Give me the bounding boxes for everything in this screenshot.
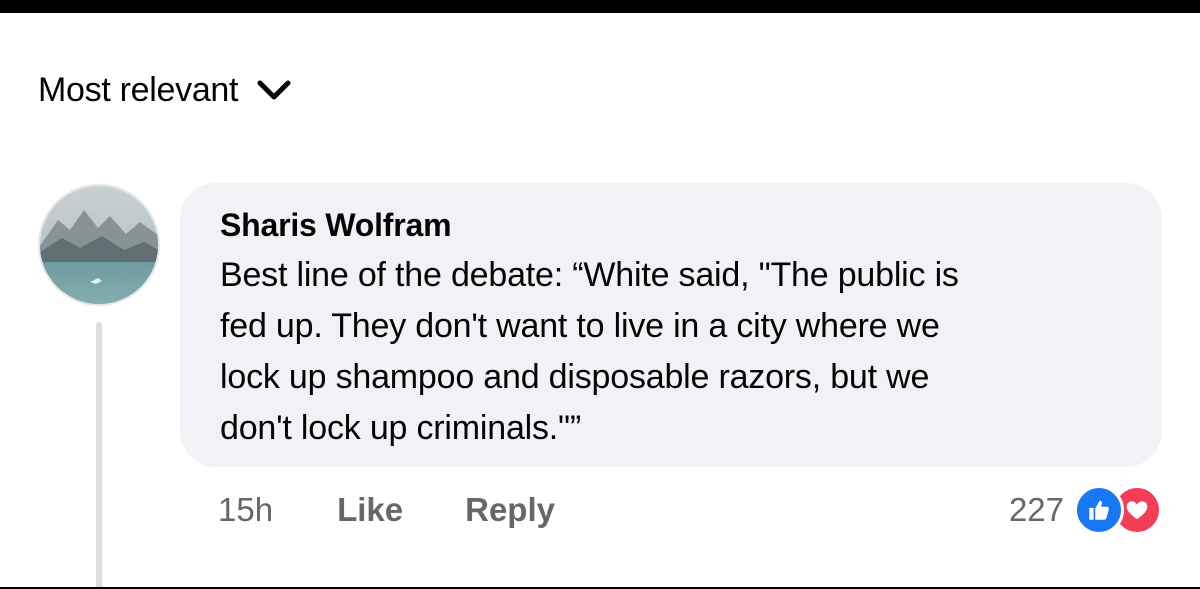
like-button[interactable]: Like — [337, 491, 403, 529]
thread-line — [96, 322, 102, 589]
comment-actions: 15h Like Reply — [218, 485, 555, 535]
chevron-down-icon — [257, 80, 291, 100]
reactions-summary[interactable]: 227 — [1009, 483, 1162, 537]
like-icon — [1074, 485, 1124, 535]
avatar[interactable] — [38, 184, 160, 306]
comment-text: Best line of the debate: “White said, "T… — [220, 256, 959, 447]
sort-label: Most relevant — [38, 70, 239, 109]
sort-dropdown[interactable]: Most relevant — [38, 66, 292, 114]
top-border — [0, 0, 1200, 13]
comment-bubble: Sharis Wolfram Best line of the debate: … — [180, 183, 1162, 467]
reply-button[interactable]: Reply — [465, 491, 555, 529]
comment-timestamp[interactable]: 15h — [218, 491, 273, 529]
reaction-count: 227 — [1008, 491, 1064, 528]
avatar-landscape-image — [40, 186, 158, 304]
comment-author[interactable]: Sharis Wolfram — [220, 203, 1122, 247]
